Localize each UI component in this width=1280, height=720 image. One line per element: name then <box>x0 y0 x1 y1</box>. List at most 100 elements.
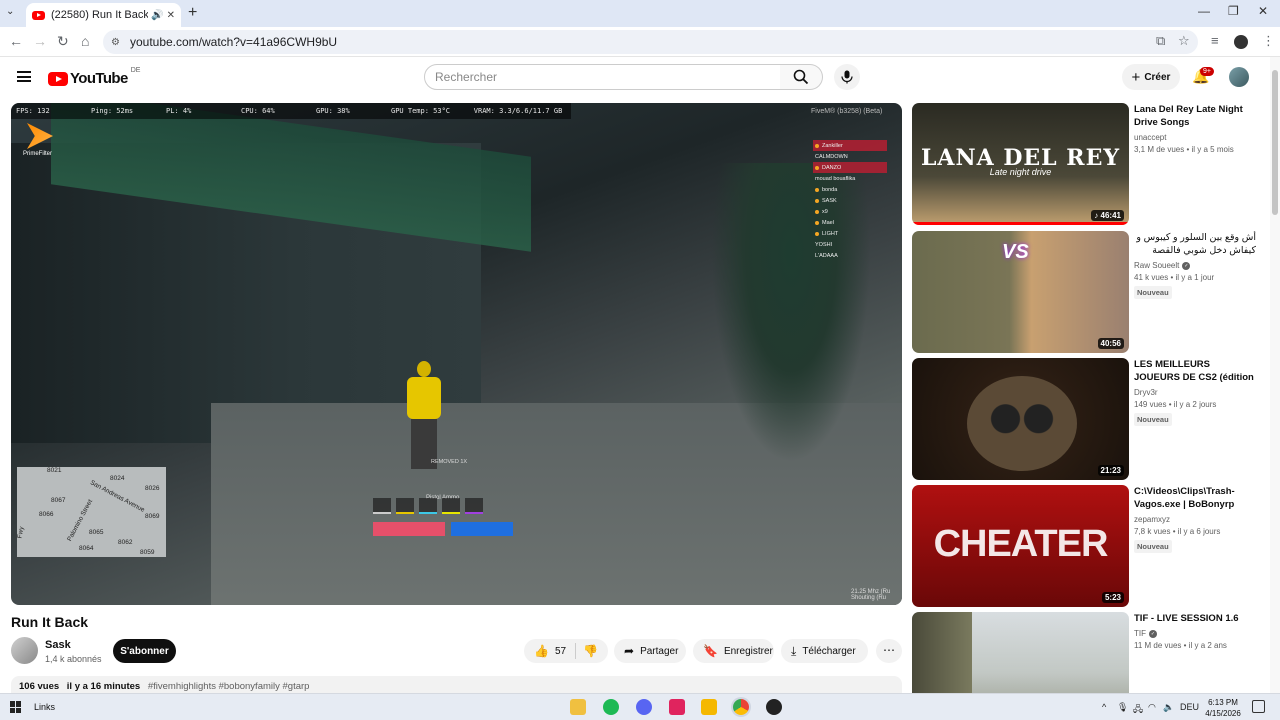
channel-name[interactable]: Sask <box>45 639 71 651</box>
more-actions-icon[interactable]: ⋯ <box>876 639 902 663</box>
video-thumbnail[interactable]: CHEATER 5:23 <box>912 485 1129 607</box>
save-button[interactable]: 🔖 Enregistrer <box>693 639 774 663</box>
create-button[interactable]: + Créer <box>1122 64 1180 90</box>
close-tab-icon[interactable]: ✕ <box>167 10 175 21</box>
recommendation-item[interactable]: 21:23 LES MEILLEURS JOUEURS DE CS2 (édit… <box>912 358 1257 480</box>
microphone-tray-icon[interactable]: 🎙 <box>1117 702 1128 713</box>
player-list-item: mouad bouaflika <box>815 175 856 182</box>
verified-icon: ✓ <box>1182 261 1191 270</box>
obs-icon[interactable] <box>766 699 782 715</box>
recommendation-item[interactable]: LANA DEL REY Late night drive ♪ 46:41 La… <box>912 103 1257 225</box>
subscribe-button[interactable]: S'abonner <box>113 639 176 663</box>
youtube-favicon-icon <box>32 10 45 20</box>
recommendation-title[interactable]: Lana Del Rey Late Night Drive Songs <box>1134 103 1256 129</box>
spotify-icon[interactable] <box>603 699 619 715</box>
url-field[interactable]: ⚙ youtube.com/watch?v=41a96CWH9bU <box>103 30 1198 54</box>
logo-text: YouTube <box>70 70 128 87</box>
recommendation-title[interactable]: أش وقع بين السلور و كيبوس و كيفاش دخل شو… <box>1134 231 1256 257</box>
menu-icon[interactable] <box>17 71 31 82</box>
player-list-item: Zankiller <box>813 140 887 151</box>
wifi-icon[interactable]: ◠ <box>1148 702 1156 713</box>
links-toolbar[interactable]: Links <box>34 702 55 712</box>
install-app-icon[interactable]: ⧉ <box>1156 33 1165 49</box>
like-count: 57 <box>554 645 567 657</box>
back-icon[interactable]: ← <box>9 33 23 49</box>
windows-start-icon[interactable] <box>10 701 22 713</box>
language-indicator[interactable]: DEU <box>1180 702 1199 712</box>
search-input[interactable]: Rechercher <box>424 64 781 90</box>
verified-icon: ✓ <box>1149 629 1157 638</box>
create-label: Créer <box>1144 71 1171 83</box>
player-list-item: Mael <box>813 217 887 228</box>
like-button[interactable]: 👍 57 <box>524 643 576 659</box>
browser-menu-icon[interactable]: ⋮ <box>1262 33 1275 49</box>
player-list-item: YOSHI <box>815 241 833 248</box>
hashtags[interactable]: #fivemhighlights #bobonyfamily #gtarp <box>148 681 310 692</box>
youtube-play-icon <box>48 71 68 86</box>
video-player[interactable]: FPS: 132 Ping: 52ms PL: 4% CPU: 64% GPU:… <box>11 103 902 605</box>
new-badge: Nouveau <box>1134 413 1172 426</box>
hud-cpu: CPU: 64% <box>241 107 275 115</box>
hud-gpu: GPU: 38% <box>316 107 350 115</box>
recommendation-title[interactable]: LES MEILLEURS JOUEURS DE CS2 (édition pa… <box>1134 358 1256 384</box>
hud-gpu-temp: GPU Temp: 53°C <box>391 107 451 115</box>
tray-overflow-icon[interactable]: ^ <box>1102 702 1106 712</box>
recommendation-channel[interactable]: Raw Soueelt ✓ <box>1134 261 1256 270</box>
clock-time: 6:13 PM <box>1208 698 1238 707</box>
home-icon[interactable]: ⌂ <box>81 33 89 49</box>
recommendation-title[interactable]: TIF - LIVE SESSION 1.6 <box>1134 612 1256 625</box>
bookmark-star-icon[interactable]: ☆ <box>1178 33 1190 49</box>
new-tab-button[interactable]: + <box>188 4 197 22</box>
media-control-icon[interactable]: ≡ <box>1211 33 1219 48</box>
restore-icon[interactable]: ❐ <box>1228 4 1239 18</box>
search-button[interactable] <box>780 64 823 90</box>
view-count: 106 vues <box>19 681 60 692</box>
recommendation-channel[interactable]: unaccept <box>1134 133 1256 142</box>
youtube-logo[interactable]: YouTube DE <box>48 67 140 87</box>
discord-icon[interactable] <box>636 699 652 715</box>
volume-icon[interactable]: 🔈 <box>1163 702 1174 713</box>
voice-search-button[interactable] <box>834 64 860 90</box>
primefilter-label: PrimeFilter <box>23 151 53 157</box>
video-thumbnail[interactable]: 21:23 <box>912 358 1129 480</box>
recommendation-item[interactable]: CHEATER 5:23 C:\Videos\Clips\Trash-Vagos… <box>912 485 1257 607</box>
recommendation-channel[interactable]: Dryv3r <box>1134 388 1256 397</box>
subscriber-count: 1,4 k abonnés <box>45 654 102 664</box>
recommendation-title[interactable]: C:\Videos\Clips\Trash-Vagos.exe | BoBony… <box>1134 485 1256 511</box>
recommendation-item[interactable]: VS 40:56 أش وقع بين السلور و كيبوس و كيف… <box>912 231 1257 353</box>
recommendation-meta: 3,1 M de vues • il y a 5 mois <box>1134 145 1234 154</box>
site-info-icon[interactable]: ⚙ <box>111 37 120 48</box>
browser-profile-avatar[interactable] <box>1234 35 1248 49</box>
reload-icon[interactable]: ↻ <box>57 33 69 50</box>
forward-icon[interactable]: → <box>33 33 47 49</box>
duration-badge: ♪ 46:41 <box>1091 210 1124 221</box>
speaker-icon[interactable]: 🔊 <box>151 10 163 21</box>
like-dislike-group: 👍 57 👎 <box>524 639 608 663</box>
video-thumbnail[interactable]: VS 40:56 <box>912 231 1129 353</box>
network-icon[interactable]: 🖧 <box>1133 702 1143 718</box>
account-avatar[interactable] <box>1229 67 1249 87</box>
clock[interactable]: 6:13 PM 4/15/2026 <box>1201 697 1245 719</box>
dislike-button[interactable]: 👎 <box>576 644 604 658</box>
tab-search-icon[interactable]: ⌄ <box>6 6 14 17</box>
affinity-icon[interactable] <box>669 699 685 715</box>
share-button[interactable]: ➦ Partager <box>614 639 686 663</box>
minimize-icon[interactable]: — <box>1198 4 1210 18</box>
channel-avatar[interactable] <box>11 637 38 664</box>
close-window-icon[interactable]: ✕ <box>1258 4 1268 18</box>
file-explorer-icon[interactable] <box>570 699 586 715</box>
download-button[interactable]: ⤓ Télécharger <box>781 639 868 663</box>
notification-center-icon[interactable] <box>1252 700 1265 713</box>
app-icon[interactable] <box>701 699 717 715</box>
video-thumbnail[interactable] <box>912 612 1129 693</box>
game-minimap: 8021 8024 8026 8067 8069 8066 8065 8062 … <box>16 467 166 557</box>
recommendation-channel[interactable]: zepamxyz <box>1134 515 1256 524</box>
share-label: Partager <box>640 645 679 657</box>
chrome-icon[interactable] <box>733 699 749 715</box>
browser-tab[interactable]: (22580) Run It Back - YouTube 🔊 ✕ <box>26 3 181 27</box>
recommendation-channel[interactable]: TIF ✓ <box>1134 629 1256 638</box>
scrollbar-thumb[interactable] <box>1272 70 1278 215</box>
recommendation-item[interactable]: TIF - LIVE SESSION 1.6 TIF ✓ 11 M de vues… <box>912 612 1257 693</box>
video-thumbnail[interactable]: LANA DEL REY Late night drive ♪ 46:41 <box>912 103 1129 225</box>
search-icon <box>793 69 809 85</box>
